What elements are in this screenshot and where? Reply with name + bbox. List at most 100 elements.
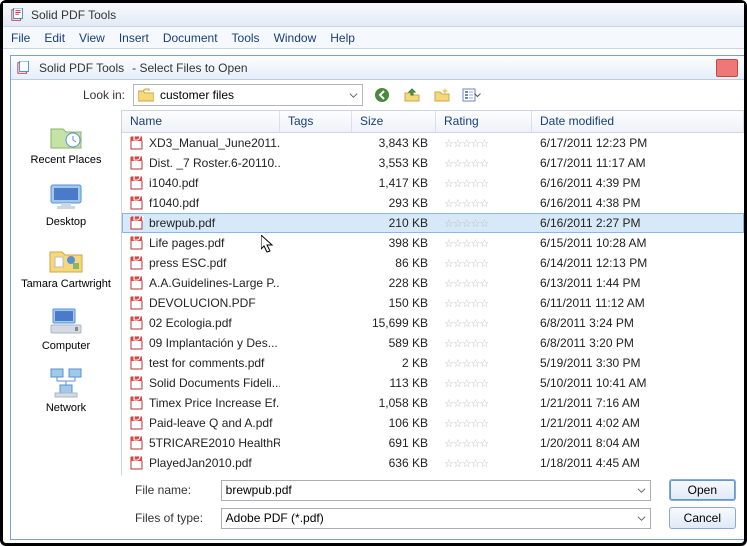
col-size[interactable]: Size (352, 111, 436, 132)
pdf-icon: PDF (130, 276, 144, 290)
file-name: DEVOLUCION.PDF (149, 296, 256, 310)
file-row[interactable]: PDFPlayedJan2010.pdf636 KB☆☆☆☆☆1/18/2011… (122, 453, 744, 473)
lookin-value: customer files (160, 88, 234, 102)
col-name[interactable]: Name (122, 111, 280, 132)
chevron-down-icon (349, 91, 358, 100)
file-name: 09 Implantación y Des... (149, 336, 278, 350)
file-row[interactable]: PDFXD3_Manual_June2011...3,843 KB☆☆☆☆☆6/… (122, 133, 744, 153)
pdf-icon: PDF (130, 436, 144, 450)
file-rating: ☆☆☆☆☆ (436, 217, 532, 230)
svg-text:PDF: PDF (130, 196, 144, 204)
folder-icon (138, 88, 154, 102)
file-size: 1,417 KB (352, 176, 436, 190)
file-row[interactable]: PDFTimex Price Increase Ef...1,058 KB☆☆☆… (122, 393, 744, 413)
filename-label: File name: (135, 483, 213, 497)
file-size: 636 KB (352, 456, 436, 470)
file-row[interactable]: PDF02 Ecologia.pdf15,699 KB☆☆☆☆☆6/8/2011… (122, 313, 744, 333)
file-name: test for comments.pdf (149, 356, 264, 370)
place-recent[interactable]: Recent Places (15, 116, 117, 168)
svg-text:PDF: PDF (130, 396, 144, 404)
menu-file[interactable]: File (11, 31, 30, 45)
file-size: 2 KB (352, 356, 436, 370)
file-size: 210 KB (352, 216, 436, 230)
file-row[interactable]: PDFDEVOLUCION.PDF150 KB☆☆☆☆☆6/11/2011 11… (122, 293, 744, 313)
dialog-titlebar: Solid PDF Tools - Select Files to Open (11, 56, 744, 80)
pdf-icon: PDF (130, 176, 144, 190)
menu-window[interactable]: Window (274, 31, 317, 45)
file-row[interactable]: PDFSolid Documents Fideli...113 KB☆☆☆☆☆5… (122, 373, 744, 393)
pdf-icon: PDF (130, 396, 144, 410)
file-date: 5/19/2011 3:30 PM (532, 356, 744, 370)
file-row[interactable]: PDFtest for comments.pdf2 KB☆☆☆☆☆5/19/20… (122, 353, 744, 373)
svg-text:PDF: PDF (130, 316, 144, 324)
col-rating[interactable]: Rating (436, 111, 532, 132)
file-row[interactable]: PDFi1040.pdf1,417 KB☆☆☆☆☆6/16/2011 4:39 … (122, 173, 744, 193)
filetype-dropdown[interactable]: Adobe PDF (*.pdf) (221, 508, 651, 529)
computer-icon (46, 304, 86, 338)
file-rating: ☆☆☆☆☆ (436, 377, 532, 390)
file-row[interactable]: PDF5TRICARE2010 HealthR...691 KB☆☆☆☆☆1/2… (122, 433, 744, 453)
place-network[interactable]: Network (15, 364, 117, 416)
file-name: Paid-leave Q and A.pdf (149, 416, 272, 430)
file-date: 6/14/2011 12:13 PM (532, 256, 744, 270)
file-row[interactable]: PDFLife pages.pdf398 KB☆☆☆☆☆6/15/2011 10… (122, 233, 744, 253)
file-row[interactable]: PDF09 Implantación y Des...589 KB☆☆☆☆☆6/… (122, 333, 744, 353)
file-size: 3,843 KB (352, 136, 436, 150)
file-row[interactable]: PDFpress ESC.pdf86 KB☆☆☆☆☆6/14/2011 12:1… (122, 253, 744, 273)
file-name: brewpub.pdf (149, 216, 215, 230)
file-row[interactable]: PDFPaid-leave Q and A.pdf106 KB☆☆☆☆☆1/21… (122, 413, 744, 433)
svg-text:PDF: PDF (130, 296, 144, 304)
file-date: 6/13/2011 1:44 PM (532, 276, 744, 290)
place-computer[interactable]: Computer (15, 302, 117, 354)
user-folder-icon (46, 242, 86, 276)
file-date: 6/11/2011 11:12 AM (532, 296, 744, 310)
file-date: 1/21/2011 4:02 AM (532, 416, 744, 430)
open-dialog: Solid PDF Tools - Select Files to Open L… (10, 55, 744, 540)
new-folder-button[interactable] (431, 85, 453, 105)
svg-text:PDF: PDF (130, 436, 144, 444)
col-date[interactable]: Date modified (532, 111, 744, 132)
filename-input[interactable]: brewpub.pdf (221, 480, 651, 501)
dialog-title: Solid PDF Tools (39, 61, 124, 75)
file-row[interactable]: PDFA.A.Guidelines-Large P...228 KB☆☆☆☆☆6… (122, 273, 744, 293)
file-size: 150 KB (352, 296, 436, 310)
file-row[interactable]: PDFDist. _7 Roster.6-20110...3,553 KB☆☆☆… (122, 153, 744, 173)
close-button[interactable] (716, 59, 738, 77)
menu-document[interactable]: Document (163, 31, 218, 45)
place-desktop[interactable]: Desktop (15, 178, 117, 230)
file-size: 398 KB (352, 236, 436, 250)
svg-text:PDF: PDF (130, 236, 144, 244)
list-header: Name Tags Size Rating Date modified (122, 111, 744, 133)
file-row[interactable]: PDFf1040.pdf293 KB☆☆☆☆☆6/16/2011 4:38 PM (122, 193, 744, 213)
file-name: f1040.pdf (149, 196, 199, 210)
file-name: Timex Price Increase Ef... (149, 396, 280, 410)
dialog-subtitle: - Select Files to Open (132, 61, 247, 75)
place-user[interactable]: Tamara Cartwright (15, 240, 117, 292)
file-size: 113 KB (352, 376, 436, 390)
lookin-dropdown[interactable]: customer files (133, 84, 363, 106)
back-button[interactable] (371, 85, 393, 105)
file-list[interactable]: Name Tags Size Rating Date modified PDFX… (121, 110, 744, 475)
file-date: 6/16/2011 4:39 PM (532, 176, 744, 190)
menu-view[interactable]: View (79, 31, 105, 45)
file-row[interactable]: PDFbrewpub.pdf210 KB☆☆☆☆☆6/16/2011 2:27 … (122, 213, 744, 233)
file-name: press ESC.pdf (149, 256, 226, 270)
col-tags[interactable]: Tags (280, 111, 352, 132)
file-size: 106 KB (352, 416, 436, 430)
views-button[interactable] (461, 85, 483, 105)
up-button[interactable] (401, 85, 423, 105)
file-size: 86 KB (352, 256, 436, 270)
open-button[interactable]: Open (669, 479, 736, 501)
file-size: 589 KB (352, 336, 436, 350)
menu-help[interactable]: Help (330, 31, 355, 45)
menu-tools[interactable]: Tools (232, 31, 260, 45)
chevron-down-icon (637, 514, 646, 523)
menu-insert[interactable]: Insert (119, 31, 149, 45)
file-size: 3,553 KB (352, 156, 436, 170)
file-rating: ☆☆☆☆☆ (436, 337, 532, 350)
menu-edit[interactable]: Edit (44, 31, 65, 45)
cancel-button[interactable]: Cancel (669, 507, 736, 529)
file-rating: ☆☆☆☆☆ (436, 417, 532, 430)
svg-text:PDF: PDF (130, 356, 144, 364)
dialog-icon (17, 61, 31, 75)
